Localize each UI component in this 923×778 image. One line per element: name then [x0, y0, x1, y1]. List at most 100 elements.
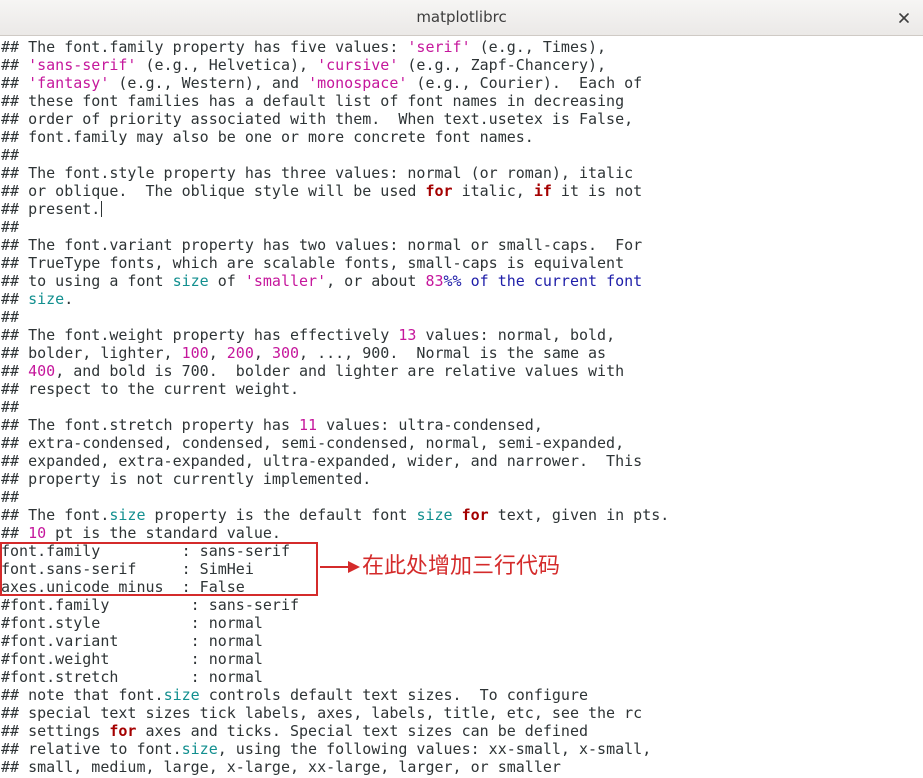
code-token: size — [181, 740, 218, 758]
code-token: ## The font. — [1, 506, 110, 524]
code-token: ## expanded, extra-expanded, ultra-expan… — [1, 452, 643, 470]
code-token: ## or oblique. The oblique style will be… — [1, 182, 426, 200]
code-token: 'cursive' — [317, 56, 399, 74]
text-cursor — [101, 201, 103, 217]
code-token: (e.g., Western), and — [109, 74, 309, 92]
code-token: 10 — [28, 524, 47, 542]
code-token: (e.g., Helvetica), — [136, 56, 318, 74]
code-line: ## The font. size property is the default… — [1, 506, 669, 524]
code-line: ## font.family may also be one or more c… — [1, 128, 669, 146]
code-line: ## — [1, 308, 669, 326]
code-token: ## The font.stretch property has — [1, 416, 300, 434]
code-line: ## to using a font size of 'smaller', or… — [1, 272, 669, 290]
code-line: ## TrueType fonts, which are scalable fo… — [1, 254, 669, 272]
code-token: values: normal, bold, — [416, 326, 616, 344]
code-token: #font.family : sans-serif — [1, 596, 300, 614]
code-line: ## — [1, 146, 669, 164]
code-line: #font.variant : normal — [1, 632, 669, 650]
code-line: ## 'sans-serif' (e.g., Helvetica), 'curs… — [1, 56, 669, 74]
code-token: , — [208, 344, 227, 362]
code-token: , — [253, 344, 272, 362]
code-line: ## The font.variant property has two val… — [1, 236, 669, 254]
code-token: 'sans-serif' — [28, 56, 137, 74]
code-line: #font.weight : normal — [1, 650, 669, 668]
code-line: ## or oblique. The oblique style will be… — [1, 182, 669, 200]
code-token: , using the following values: xx-small, … — [217, 740, 652, 758]
title-bar: matplotlibrc — [0, 0, 923, 36]
arrow-right-icon — [320, 561, 360, 573]
code-token: , ..., 900. Normal is the same as — [299, 344, 607, 362]
code-token: , and bold is 700. bolder and lighter ar… — [55, 362, 625, 380]
code-line: ## these font families has a default lis… — [1, 92, 669, 110]
code-token: if — [533, 182, 552, 200]
code-line: ## The font.family property has five val… — [1, 38, 669, 56]
code-token: ## The font.variant property has two val… — [1, 236, 643, 254]
code-line: ## note that font.size controls default … — [1, 686, 669, 704]
code-line: axes.unicode_minus : False — [1, 578, 669, 596]
code-line: ## 400, and bold is 700. bolder and ligh… — [1, 362, 669, 380]
code-token: property is the default font — [145, 506, 417, 524]
code-line: ## The font.style property has three val… — [1, 164, 669, 182]
annotation-label: 在此处增加三行代码 — [362, 554, 561, 579]
code-token: size — [172, 272, 209, 290]
code-token: %% of the current font — [443, 272, 643, 290]
code-line: ## size. — [1, 290, 669, 308]
code-token: ## bolder, lighter, — [1, 344, 182, 362]
code-token: 11 — [299, 416, 318, 434]
code-token: ## these font families has a default lis… — [1, 92, 625, 110]
code-token: italic, — [452, 182, 534, 200]
code-line: ## 10 pt is the standard value. — [1, 524, 669, 542]
code-token: ## — [1, 218, 20, 236]
code-line: ## — [1, 218, 669, 236]
code-token: ## The font.style property has three val… — [1, 164, 634, 182]
code-token: . — [64, 290, 74, 308]
code-token: font.sans-serif : SimHei — [1, 560, 254, 578]
code-token: ## — [1, 488, 20, 506]
code-token: (e.g., Zapf-Chancery), — [398, 56, 607, 74]
code-token: ## note that font. — [1, 686, 164, 704]
close-button[interactable] — [893, 7, 915, 29]
code-line: ## respect to the current weight. — [1, 380, 669, 398]
code-line: ## present. — [1, 200, 669, 218]
code-token: ## — [1, 524, 29, 542]
code-token: (e.g., Times), — [470, 38, 607, 56]
code-line: ## property is not currently implemented… — [1, 470, 669, 488]
code-token: 'serif' — [407, 38, 471, 56]
code-token: size — [416, 506, 453, 524]
code-token: ## font.family may also be one or more c… — [1, 128, 534, 146]
window-title: matplotlibrc — [416, 8, 507, 26]
code-token: 'fantasy' — [28, 74, 110, 92]
code-line: ## 'fantasy' (e.g., Western), and 'monos… — [1, 74, 669, 92]
code-token: #font.style : normal — [1, 614, 263, 632]
code-token: 83 — [425, 272, 444, 290]
code-token: controls default text sizes. To configur… — [199, 686, 589, 704]
code-token: ## small, medium, large, x-large, xx-lar… — [1, 758, 561, 776]
code-token: ## respect to the current weight. — [1, 380, 300, 398]
close-icon — [899, 13, 909, 23]
code-token: font.family : sans-serif — [1, 542, 290, 560]
code-token: ## The font.weight property has effectiv… — [1, 326, 399, 344]
code-token: 400 — [28, 362, 56, 380]
code-token: 'monospace' — [308, 74, 408, 92]
code-line: ## The font.stretch property has 11 valu… — [1, 416, 669, 434]
code-token: text, given in pts. — [488, 506, 670, 524]
code-token: for — [425, 182, 453, 200]
code-token: ## settings — [1, 722, 110, 740]
code-line: ## — [1, 488, 669, 506]
code-token: (e.g., Courier). Each of — [407, 74, 643, 92]
code-line: ## relative to font.size, using the foll… — [1, 740, 669, 758]
code-token: ## — [1, 398, 20, 416]
code-line: ## The font.weight property has effectiv… — [1, 326, 669, 344]
code-line: ## extra-condensed, condensed, semi-cond… — [1, 434, 669, 452]
code-content[interactable]: ## The font.family property has five val… — [1, 38, 669, 776]
code-token: , or about — [326, 272, 426, 290]
code-line: ## bolder, lighter, 100, 200, 300, ..., … — [1, 344, 669, 362]
code-token: 200 — [226, 344, 254, 362]
code-token: pt is the standard value. — [46, 524, 281, 542]
code-token: ## TrueType fonts, which are scalable fo… — [1, 254, 625, 272]
code-line: ## — [1, 398, 669, 416]
text-editor[interactable]: ## The font.family property has five val… — [0, 36, 923, 778]
code-token: ## — [1, 308, 20, 326]
code-token: ## order of priority associated with the… — [1, 110, 634, 128]
